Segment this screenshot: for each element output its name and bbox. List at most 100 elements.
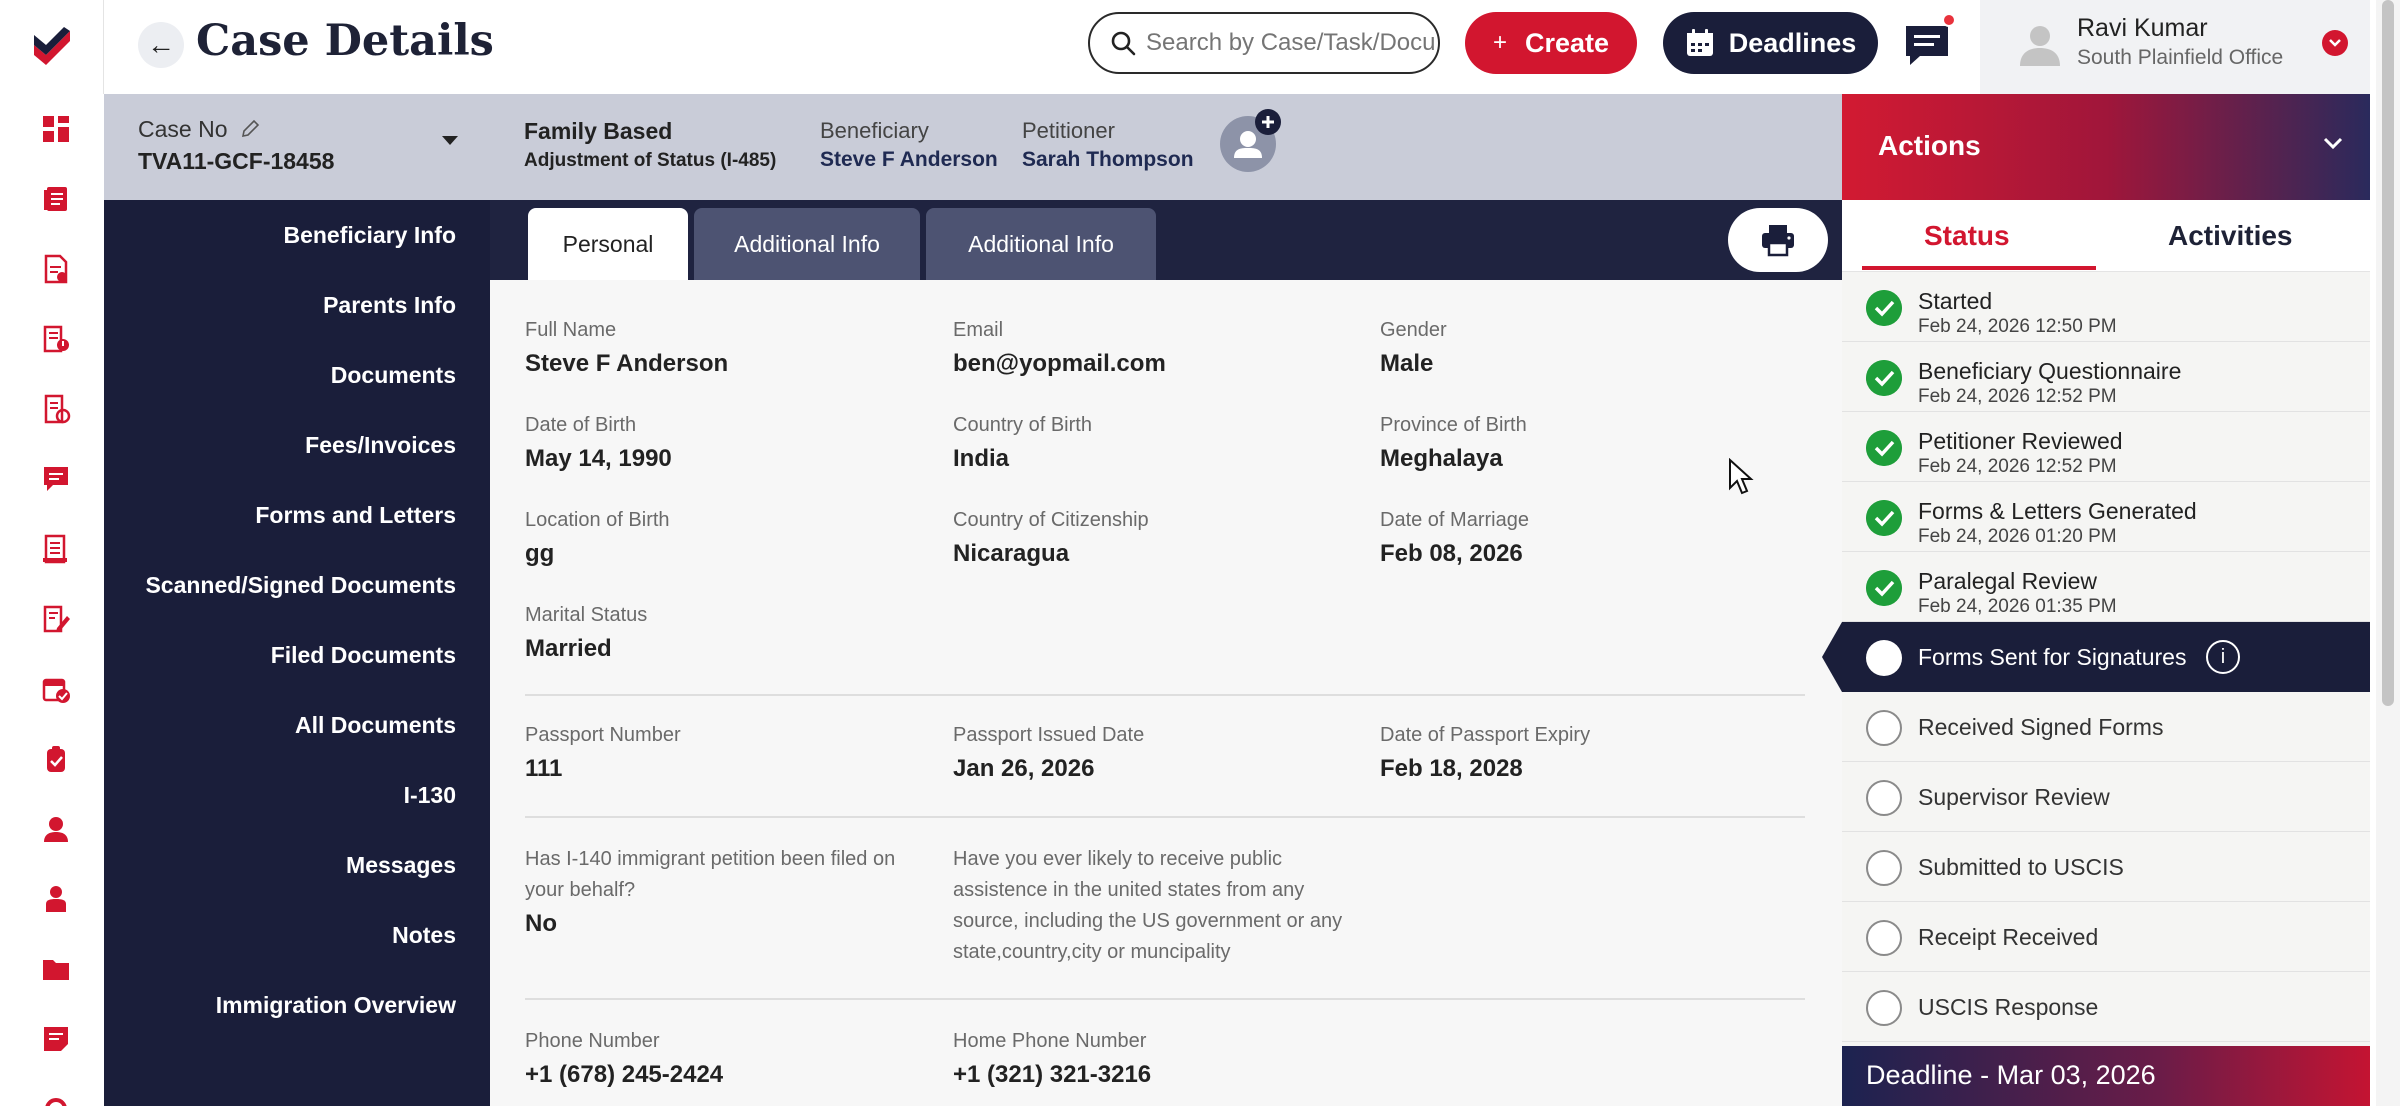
nav-i-130[interactable]: I-130 — [404, 782, 456, 809]
location-birth-label: Location of Birth — [525, 509, 670, 531]
calendar-icon — [1686, 29, 1713, 56]
tab-status[interactable]: Status — [1924, 220, 2010, 252]
rail-settings[interactable] — [10, 1074, 102, 1106]
search-box[interactable] — [1088, 12, 1440, 74]
tab-personal[interactable]: Personal — [528, 208, 688, 280]
nav-fees-invoices[interactable]: Fees/Invoices — [305, 432, 456, 459]
status-item[interactable]: USCIS Response — [1842, 972, 2370, 1042]
status-tabs: Status Activities — [1842, 200, 2370, 272]
tab-bar: Personal Additional Info Additional Info — [490, 200, 1842, 280]
nav-parents-info[interactable]: Parents Info — [323, 292, 456, 319]
check-circle-icon — [1866, 570, 1902, 606]
citizenship-label: Country of Citizenship — [953, 509, 1149, 531]
rail-contact[interactable] — [10, 794, 102, 864]
contact-icon — [44, 817, 68, 842]
section-divider — [525, 816, 1805, 818]
case-no-label: Case No — [138, 116, 260, 143]
status-item-current[interactable]: Forms Sent for Signatures i — [1822, 622, 2370, 692]
pencil-icon[interactable] — [240, 119, 260, 139]
nav-all-documents[interactable]: All Documents — [295, 712, 456, 739]
status-name: Receipt Received — [1918, 924, 2099, 950]
nav-messages[interactable]: Messages — [346, 852, 456, 879]
status-item[interactable]: Receipt Received — [1842, 902, 2370, 972]
nav-scanned-signed[interactable]: Scanned/Signed Documents — [145, 572, 456, 599]
chevron-down-icon[interactable] — [2322, 30, 2348, 56]
check-circle-icon — [1866, 290, 1902, 326]
chevron-down-icon[interactable] — [2322, 136, 2344, 150]
marriage-date-label: Date of Marriage — [1380, 509, 1529, 531]
status-date: Feb 24, 2026 12:52 PM — [1918, 456, 2117, 477]
rail-edit-doc[interactable] — [10, 584, 102, 654]
create-button[interactable]: + Create — [1465, 12, 1637, 74]
nav-beneficiary-info[interactable]: Beneficiary Info — [283, 222, 456, 249]
check-circle-icon — [1866, 430, 1902, 466]
nav-documents[interactable]: Documents — [331, 362, 456, 389]
status-date: Feb 24, 2026 12:52 PM — [1918, 386, 2117, 407]
deadline-bar[interactable]: Deadline - Mar 03, 2026 — [1842, 1046, 2370, 1106]
gender-value: Male — [1380, 350, 1434, 377]
documents-icon — [44, 254, 68, 284]
phone-value: +1 (678) 245-2424 — [525, 1061, 724, 1088]
back-button[interactable]: ← — [138, 22, 184, 68]
status-date: Feb 24, 2026 01:35 PM — [1918, 596, 2117, 617]
nav-immigration-overview[interactable]: Immigration Overview — [216, 992, 456, 1019]
tab-additional-info-2[interactable]: Additional Info — [926, 208, 1156, 280]
status-date: Feb 24, 2026 01:20 PM — [1918, 526, 2117, 547]
user-menu[interactable]: Ravi Kumar South Plainfield Office — [1980, 0, 2370, 94]
add-person-icon[interactable] — [1218, 108, 1284, 174]
rail-forms[interactable] — [10, 304, 102, 374]
rail-dashboard[interactable] — [10, 94, 102, 164]
status-item[interactable]: Submitted to USCIS — [1842, 832, 2370, 902]
cases-icon — [44, 187, 67, 211]
nav-notes[interactable]: Notes — [392, 922, 456, 949]
rail-cases[interactable] — [10, 164, 102, 234]
chat-icon — [44, 467, 68, 491]
case-dropdown-icon[interactable] — [440, 134, 460, 148]
rail-documents[interactable] — [10, 234, 102, 304]
status-item[interactable]: Forms & Letters Generated Feb 24, 2026 0… — [1842, 482, 2370, 552]
dashboard-icon — [43, 116, 69, 142]
app-logo[interactable] — [0, 0, 104, 94]
search-icon — [1111, 31, 1136, 56]
tab-additional-info-1[interactable]: Additional Info — [694, 208, 920, 280]
case-type-title: Family Based — [524, 118, 673, 144]
info-icon[interactable]: i — [2206, 640, 2240, 674]
rail-user[interactable] — [10, 864, 102, 934]
settings-icon — [45, 1098, 67, 1106]
print-button[interactable] — [1728, 208, 1828, 272]
section-divider — [525, 694, 1805, 696]
nav-forms-letters[interactable]: Forms and Letters — [255, 502, 456, 529]
status-name: Started — [1918, 288, 1993, 314]
radio-empty-icon — [1866, 710, 1902, 746]
status-name: Supervisor Review — [1918, 784, 2110, 810]
rail-calendar-check[interactable] — [10, 654, 102, 724]
tab-activities[interactable]: Activities — [2168, 220, 2293, 252]
status-item[interactable]: Received Signed Forms — [1842, 692, 2370, 762]
rail-tasks[interactable] — [10, 374, 102, 444]
page-scrollbar-thumb[interactable] — [2382, 0, 2394, 706]
rail-chat[interactable] — [10, 444, 102, 514]
avatar-icon — [2020, 26, 2060, 66]
rail-ledger[interactable] — [10, 514, 102, 584]
status-item[interactable]: Beneficiary Questionnaire Feb 24, 2026 1… — [1842, 342, 2370, 412]
top-bar: ← Case Details + Create Deadlines — [0, 0, 2400, 94]
actions-header[interactable]: Actions — [1842, 94, 2370, 200]
status-item[interactable]: Petitioner Reviewed Feb 24, 2026 12:52 P… — [1842, 412, 2370, 482]
status-item[interactable]: Paralegal Review Feb 24, 2026 01:35 PM — [1842, 552, 2370, 622]
deadlines-button[interactable]: Deadlines — [1663, 12, 1878, 74]
search-input[interactable] — [1146, 29, 1436, 57]
messages-icon[interactable] — [1902, 22, 1952, 68]
nav-filed-documents[interactable]: Filed Documents — [271, 642, 456, 669]
gender-label: Gender — [1380, 319, 1447, 341]
dob-value: May 14, 1990 — [525, 445, 672, 472]
rail-note[interactable] — [10, 1004, 102, 1074]
radio-empty-icon — [1866, 780, 1902, 816]
beneficiary-name[interactable]: Steve F Anderson — [820, 148, 998, 172]
rail-clipboard[interactable] — [10, 724, 102, 794]
petitioner-name[interactable]: Sarah Thompson — [1022, 148, 1194, 172]
rail-folder[interactable] — [10, 934, 102, 1004]
radio-empty-icon — [1866, 990, 1902, 1026]
status-item[interactable]: Supervisor Review — [1842, 762, 2370, 832]
status-item[interactable]: Started Feb 24, 2026 12:50 PM — [1842, 272, 2370, 342]
ledger-icon — [43, 534, 67, 564]
